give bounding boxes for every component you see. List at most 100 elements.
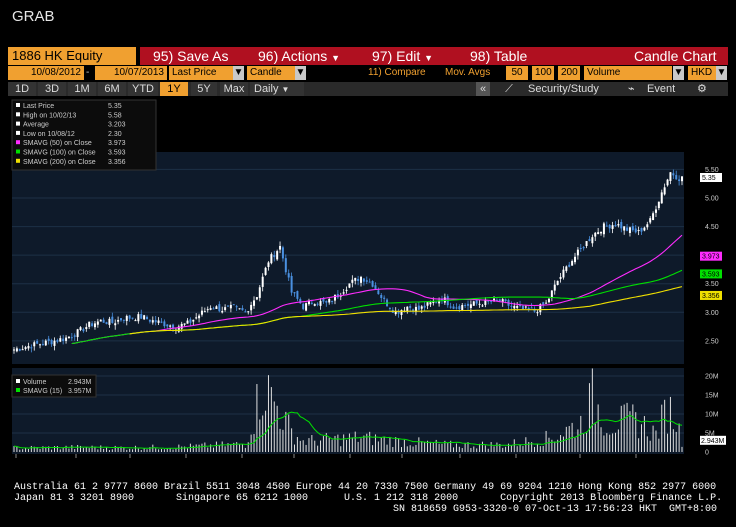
chevron-down-icon[interactable]: ▼: [233, 66, 244, 80]
period-tab-1d[interactable]: 1D: [8, 82, 36, 96]
candle-body: [203, 311, 206, 313]
candle-body: [281, 247, 284, 259]
chevron-down-icon[interactable]: ▼: [295, 66, 306, 80]
candle-body: [417, 305, 420, 310]
volume-legend-swatch: [16, 379, 20, 383]
candle-body: [241, 308, 244, 311]
ma-100-field[interactable]: 100: [532, 66, 554, 80]
edit-menu[interactable]: 97) Edit ▼: [372, 47, 433, 65]
candle-body: [628, 227, 631, 233]
candle-body: [140, 313, 143, 319]
event-button[interactable]: Event: [647, 82, 687, 96]
actions-label: Actions: [281, 48, 328, 64]
currency-select[interactable]: HKD: [688, 66, 716, 80]
price-chart[interactable]: 5.505.004.504.003.503.002.50 20M15M10M5M…: [8, 98, 728, 462]
chevron-down-icon[interactable]: ▼: [673, 66, 684, 80]
candle-body: [313, 304, 316, 306]
candle-body: [504, 299, 507, 302]
candle-body: [611, 225, 614, 229]
volume-tick-label: 15M: [705, 393, 719, 400]
period-tab-1m[interactable]: 1M: [68, 82, 96, 96]
candle-body: [467, 303, 470, 306]
candle-body: [206, 309, 209, 311]
candle-body: [96, 321, 99, 325]
candle-body: [59, 338, 62, 342]
candle-body: [111, 316, 114, 323]
candle-body: [510, 305, 513, 307]
chevron-down-icon[interactable]: ▼: [716, 66, 727, 80]
candle-body: [409, 306, 412, 308]
candle-body: [169, 325, 172, 327]
candle-body: [302, 303, 305, 310]
style-select[interactable]: Candle: [247, 66, 295, 80]
candle-body: [119, 318, 122, 321]
candle-body: [137, 314, 140, 322]
legend-value: 5.58: [108, 112, 122, 119]
candle-body: [397, 311, 400, 314]
candle-body: [371, 281, 374, 287]
candle-body: [261, 276, 264, 287]
ma-200-field[interactable]: 200: [558, 66, 580, 80]
candle-body: [669, 172, 672, 181]
candle-body: [36, 340, 39, 344]
candle-body: [516, 306, 519, 308]
actions-menu[interactable]: 96) Actions ▼: [258, 47, 340, 65]
lower-field-select[interactable]: Volume: [584, 66, 672, 80]
ticker-field[interactable]: 1886 HK Equity: [8, 47, 136, 65]
price-tick-label: 3.50: [705, 281, 719, 288]
candle-body: [67, 336, 70, 339]
chevron-down-icon: ▼: [331, 53, 341, 63]
save-as-button[interactable]: 95) Save As: [153, 47, 229, 65]
gear-icon[interactable]: ⚙: [697, 82, 711, 96]
period-tab-max[interactable]: Max: [220, 82, 248, 96]
period-tab-3d[interactable]: 3D: [38, 82, 66, 96]
legend-value: 3.593: [108, 150, 126, 157]
legend-value: 5.35: [108, 103, 122, 110]
end-date-field[interactable]: 10/07/2013: [95, 66, 167, 80]
period-tab-5y[interactable]: 5Y: [191, 82, 217, 96]
candle-body: [423, 305, 426, 308]
candle-body: [608, 224, 611, 229]
collapse-arrows-icon[interactable]: «: [476, 82, 490, 96]
legend-swatch: [16, 112, 20, 117]
candle-body: [368, 281, 371, 283]
candle-body: [571, 261, 574, 266]
candle-body: [562, 269, 565, 278]
frequency-label: Daily: [254, 83, 279, 95]
candle-body: [602, 223, 605, 235]
candle-body: [388, 307, 391, 309]
candle-body: [267, 262, 270, 268]
period-tab-6m[interactable]: 6M: [98, 82, 126, 96]
candle-body: [258, 287, 261, 298]
candle-body: [212, 308, 215, 310]
candle-body: [146, 316, 149, 320]
candle-body: [663, 187, 666, 195]
table-button[interactable]: 98) Table: [470, 47, 527, 65]
candle-body: [354, 277, 357, 281]
edit-num: 97): [372, 48, 393, 64]
price-tag: 5.35: [700, 173, 722, 182]
compare-button[interactable]: 11) Compare: [368, 66, 438, 80]
volume-tag-label: 2.943M: [701, 438, 725, 445]
candle-body: [426, 302, 429, 306]
candle-body: [131, 317, 134, 319]
ma-50-field[interactable]: 50: [506, 66, 528, 80]
candle-body: [322, 298, 325, 302]
candle-body: [105, 322, 108, 324]
candle-body: [328, 299, 331, 303]
start-date-field[interactable]: 10/08/2012: [8, 66, 84, 80]
candle-body: [27, 346, 30, 349]
period-tab-ytd[interactable]: YTD: [128, 82, 158, 96]
legend-swatch: [16, 121, 20, 126]
frequency-select[interactable]: Daily ▼: [250, 82, 304, 96]
candle-body: [678, 179, 681, 182]
candle-body: [125, 315, 128, 321]
price-field-select[interactable]: Last Price: [169, 66, 233, 80]
security-study-button[interactable]: Security/Study: [528, 82, 608, 96]
candle-body: [360, 276, 363, 283]
candle-body: [247, 311, 250, 313]
candle-body: [13, 349, 15, 351]
candle-body: [114, 323, 117, 326]
period-tab-1y[interactable]: 1Y: [160, 82, 188, 96]
candle-body: [276, 251, 279, 260]
